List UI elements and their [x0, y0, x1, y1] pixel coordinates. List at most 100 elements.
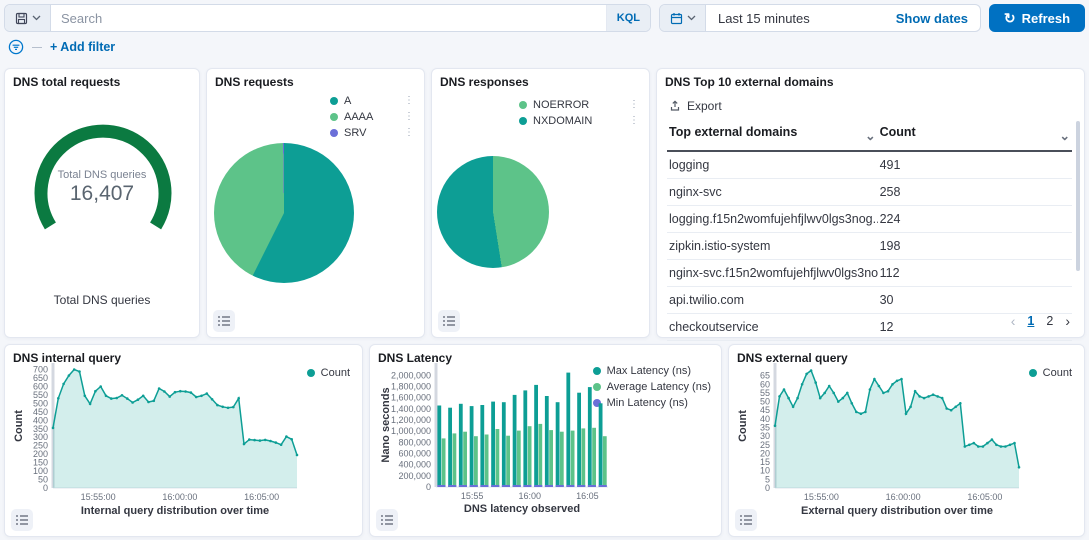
legend-item[interactable]: Max Latency (ns): [593, 365, 711, 377]
export-icon: [669, 100, 681, 112]
pagination-prev[interactable]: ‹: [1011, 313, 1016, 329]
svg-text:500: 500: [33, 398, 48, 408]
svg-text:300: 300: [33, 432, 48, 442]
legend-label[interactable]: Count: [321, 367, 350, 379]
legend-label[interactable]: NXDOMAIN: [533, 115, 592, 127]
domain-cell: nginx-svc: [667, 179, 878, 206]
kebab-menu-icon[interactable]: ⋮: [396, 128, 414, 138]
svg-text:200,000: 200,000: [398, 471, 431, 481]
query-bar: KQL Last 15 minutes Show dates ↻ Refresh: [4, 4, 1085, 32]
svg-text:50: 50: [38, 475, 48, 485]
svg-text:650: 650: [33, 373, 48, 383]
svg-text:10: 10: [760, 466, 770, 476]
legend-item[interactable]: NXDOMAIN ⋮: [519, 115, 639, 127]
date-picker-button[interactable]: [660, 5, 706, 31]
kebab-menu-icon[interactable]: ⋮: [396, 96, 414, 106]
legend-item[interactable]: Count: [1029, 367, 1072, 379]
svg-text:0: 0: [765, 483, 770, 493]
count-cell: 112: [878, 260, 1072, 287]
time-range-label[interactable]: Last 15 minutes: [706, 5, 896, 31]
legend-label[interactable]: NOERROR: [533, 99, 589, 111]
legend-toggle-icon: [381, 514, 393, 526]
filter-manager-icon[interactable]: [8, 39, 24, 55]
panel-title: DNS total requests: [13, 75, 120, 89]
sort-chevron-icon[interactable]: ⌄: [1060, 128, 1070, 143]
pagination-next[interactable]: ›: [1065, 313, 1070, 329]
svg-text:60: 60: [760, 379, 770, 389]
legend-item[interactable]: Min Latency (ns): [593, 397, 711, 409]
table-scrollbar[interactable]: [1076, 121, 1080, 271]
svg-text:700: 700: [33, 365, 48, 375]
svg-text:16:05: 16:05: [576, 491, 599, 501]
svg-text:600: 600: [33, 381, 48, 391]
svg-text:800,000: 800,000: [398, 437, 431, 447]
export-button[interactable]: Export: [669, 99, 722, 113]
svg-text:40: 40: [760, 414, 770, 424]
x-axis-title: DNS latency observed: [436, 503, 608, 515]
legend-label[interactable]: Count: [1043, 367, 1072, 379]
svg-text:55: 55: [760, 388, 770, 398]
kebab-menu-icon[interactable]: ⋮: [621, 116, 639, 126]
refresh-icon: ↻: [1004, 11, 1016, 25]
saved-query-button[interactable]: [5, 5, 51, 31]
legend-dot: [519, 117, 527, 125]
legend-dot: [307, 369, 315, 377]
legend-item[interactable]: SRV ⋮: [330, 127, 414, 139]
legend-dot: [593, 399, 601, 407]
export-label: Export: [687, 99, 722, 113]
show-dates-link[interactable]: Show dates: [896, 5, 980, 31]
svg-text:1,200,000: 1,200,000: [391, 415, 431, 425]
panel-dns-responses: DNS responses NOERROR ⋮ NXDOMAIN ⋮: [431, 68, 650, 338]
legend-toggle-button[interactable]: [11, 509, 33, 531]
legend-item[interactable]: Count: [307, 367, 350, 379]
svg-text:600,000: 600,000: [398, 449, 431, 459]
kebab-menu-icon[interactable]: ⋮: [621, 100, 639, 110]
legend-item[interactable]: AAAA ⋮: [330, 111, 414, 123]
legend-toggle-icon: [443, 315, 455, 327]
domain-cell: api.twilio.com: [667, 287, 878, 314]
legend-label[interactable]: Average Latency (ns): [607, 381, 711, 393]
svg-text:16:00:00: 16:00:00: [162, 492, 197, 502]
add-filter-link[interactable]: + Add filter: [50, 40, 115, 54]
svg-text:50: 50: [760, 397, 770, 407]
svg-text:1,000,000: 1,000,000: [391, 426, 431, 436]
legend-dot: [593, 367, 601, 375]
legend-toggle-button[interactable]: [735, 509, 757, 531]
legend-toggle-button[interactable]: [438, 310, 460, 332]
panel-dns-latency: DNS Latency Max Latency (ns)Average Late…: [369, 344, 722, 537]
gauge-bottom-label: Total DNS queries: [5, 293, 199, 307]
pagination-page-1[interactable]: 1: [1027, 314, 1034, 328]
column-header-count[interactable]: Count⌄: [878, 119, 1072, 151]
search-input[interactable]: [51, 5, 606, 31]
legend-item[interactable]: A⋮: [330, 95, 414, 107]
column-header-domains[interactable]: Top external domains⌄: [667, 119, 878, 151]
legend-item[interactable]: Average Latency (ns): [593, 381, 711, 393]
sort-chevron-icon[interactable]: ⌄: [865, 128, 875, 143]
legend-label[interactable]: A: [344, 95, 351, 107]
pagination-page-2[interactable]: 2: [1046, 314, 1053, 328]
svg-text:5: 5: [765, 474, 770, 484]
domain-cell: nginx-svc.f15n2womfujehfjlwv0lgs3no...: [667, 260, 878, 287]
legend-label[interactable]: Max Latency (ns): [607, 365, 691, 377]
legend-toggle-button[interactable]: [376, 509, 398, 531]
y-axis-label: Nano seconds: [380, 365, 392, 485]
kql-badge[interactable]: KQL: [606, 5, 650, 31]
refresh-button[interactable]: ↻ Refresh: [989, 4, 1085, 32]
legend-label[interactable]: AAAA: [344, 111, 373, 123]
svg-text:450: 450: [33, 407, 48, 417]
svg-text:400,000: 400,000: [398, 460, 431, 470]
svg-text:200: 200: [33, 449, 48, 459]
kebab-menu-icon[interactable]: ⋮: [396, 112, 414, 122]
saved-query-icon: [15, 12, 28, 25]
legend-item[interactable]: NOERROR ⋮: [519, 99, 639, 111]
legend-toggle-button[interactable]: [213, 310, 235, 332]
svg-text:15:55: 15:55: [461, 491, 484, 501]
table-pagination: ‹ 12 ›: [1011, 313, 1070, 329]
legend-toggle-icon: [740, 514, 752, 526]
panel-title: DNS responses: [440, 75, 529, 89]
legend-label[interactable]: Min Latency (ns): [607, 397, 688, 409]
panel-title: DNS requests: [215, 75, 294, 89]
table-row: logging491: [667, 151, 1072, 179]
legend-label[interactable]: SRV: [344, 127, 366, 139]
svg-text:0: 0: [43, 483, 48, 493]
